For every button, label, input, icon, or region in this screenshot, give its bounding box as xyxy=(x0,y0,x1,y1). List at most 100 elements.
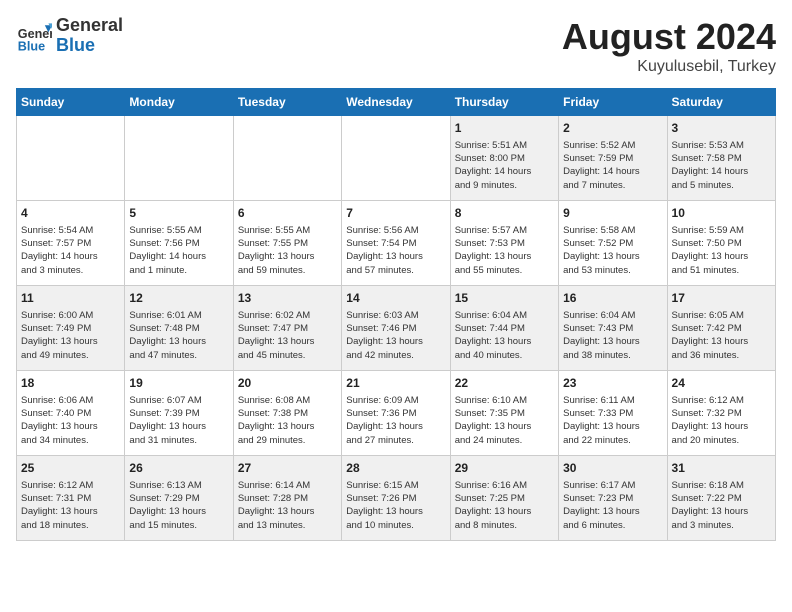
col-sunday: Sunday xyxy=(17,89,125,116)
calendar-header: Sunday Monday Tuesday Wednesday Thursday… xyxy=(17,89,776,116)
day-info: Sunrise: 6:14 AM Sunset: 7:28 PM Dayligh… xyxy=(238,479,337,532)
calendar-cell-3-6: 16Sunrise: 6:04 AM Sunset: 7:43 PM Dayli… xyxy=(559,286,667,371)
logo-blue: Blue xyxy=(56,36,123,56)
day-number: 1 xyxy=(455,120,554,137)
calendar-cell-4-1: 18 Sunrise: 6:06 AM Sunset: 7:40 PM Dayli… xyxy=(17,371,125,456)
calendar-cell-2-7: 10Sunrise: 5:59 AM Sunset: 7:50 PM Dayli… xyxy=(667,201,775,286)
day-number: 15 xyxy=(455,290,554,307)
day-number: 27 xyxy=(238,460,337,477)
day-number: 28 xyxy=(346,460,445,477)
calendar-cell-4-4: 21 Sunrise: 6:09 AM Sunset: 7:36 PM Dayli… xyxy=(342,371,450,456)
calendar-cell-2-2: 5 Sunrise: 5:55 AM Sunset: 7:56 PM Daylig… xyxy=(125,201,233,286)
svg-text:Blue: Blue xyxy=(18,39,45,53)
calendar-row-1: 1 Sunrise: 5:51 AM Sunset: 8:00 PM Daylig… xyxy=(17,116,776,201)
calendar-cell-4-7: 24 Sunrise: 6:12 AM Sunset: 7:32 PM Dayli… xyxy=(667,371,775,456)
day-info: Sunrise: 6:07 AM Sunset: 7:39 PM Dayligh… xyxy=(129,394,228,447)
calendar-cell-5-2: 26 Sunrise: 6:13 AM Sunset: 7:29 PM Dayli… xyxy=(125,456,233,541)
calendar-cell-3-1: 11 Sunrise: 6:00 AM Sunset: 7:49 PM Dayli… xyxy=(17,286,125,371)
day-number: 19 xyxy=(129,375,228,392)
day-number: 7 xyxy=(346,205,445,222)
day-number: 2 xyxy=(563,120,662,137)
day-info: Sunrise: 6:01 AM Sunset: 7:48 PM Dayligh… xyxy=(129,309,228,362)
calendar-cell-2-3: 6 Sunrise: 5:55 AM Sunset: 7:55 PM Daylig… xyxy=(233,201,341,286)
day-info: Sunrise: 6:08 AM Sunset: 7:38 PM Dayligh… xyxy=(238,394,337,447)
day-number: 21 xyxy=(346,375,445,392)
day-info: Sunrise: 6:06 AM Sunset: 7:40 PM Dayligh… xyxy=(21,394,120,447)
day-number: 3 xyxy=(672,120,771,137)
calendar-table: Sunday Monday Tuesday Wednesday Thursday… xyxy=(16,88,776,541)
logo-general: General xyxy=(56,16,123,36)
calendar-cell-1-1 xyxy=(17,116,125,201)
calendar-cell-3-4: 14Sunrise: 6:03 AM Sunset: 7:46 PM Dayli… xyxy=(342,286,450,371)
day-info: Sunrise: 6:13 AM Sunset: 7:29 PM Dayligh… xyxy=(129,479,228,532)
calendar-cell-5-4: 28Sunrise: 6:15 AM Sunset: 7:26 PM Dayli… xyxy=(342,456,450,541)
day-info: Sunrise: 6:00 AM Sunset: 7:49 PM Dayligh… xyxy=(21,309,120,362)
day-info: Sunrise: 6:10 AM Sunset: 7:35 PM Dayligh… xyxy=(455,394,554,447)
day-number: 24 xyxy=(672,375,771,392)
day-info: Sunrise: 5:52 AM Sunset: 7:59 PM Dayligh… xyxy=(563,139,662,192)
day-number: 11 xyxy=(21,290,120,307)
col-thursday: Thursday xyxy=(450,89,558,116)
day-info: Sunrise: 5:57 AM Sunset: 7:53 PM Dayligh… xyxy=(455,224,554,277)
calendar-cell-3-7: 17 Sunrise: 6:05 AM Sunset: 7:42 PM Dayli… xyxy=(667,286,775,371)
day-number: 6 xyxy=(238,205,337,222)
calendar-cell-5-1: 25 Sunrise: 6:12 AM Sunset: 7:31 PM Dayli… xyxy=(17,456,125,541)
calendar-cell-3-2: 12 Sunrise: 6:01 AM Sunset: 7:48 PM Dayli… xyxy=(125,286,233,371)
day-number: 14 xyxy=(346,290,445,307)
day-info: Sunrise: 5:54 AM Sunset: 7:57 PM Dayligh… xyxy=(21,224,120,277)
col-friday: Friday xyxy=(559,89,667,116)
col-tuesday: Tuesday xyxy=(233,89,341,116)
day-info: Sunrise: 6:09 AM Sunset: 7:36 PM Dayligh… xyxy=(346,394,445,447)
calendar-cell-5-7: 31 Sunrise: 6:18 AM Sunset: 7:22 PM Dayli… xyxy=(667,456,775,541)
day-info: Sunrise: 6:16 AM Sunset: 7:25 PM Dayligh… xyxy=(455,479,554,532)
day-info: Sunrise: 6:12 AM Sunset: 7:31 PM Dayligh… xyxy=(21,479,120,532)
col-monday: Monday xyxy=(125,89,233,116)
calendar-cell-2-4: 7Sunrise: 5:56 AM Sunset: 7:54 PM Daylig… xyxy=(342,201,450,286)
day-info: Sunrise: 6:18 AM Sunset: 7:22 PM Dayligh… xyxy=(672,479,771,532)
day-number: 16 xyxy=(563,290,662,307)
calendar-cell-1-3 xyxy=(233,116,341,201)
day-info: Sunrise: 6:02 AM Sunset: 7:47 PM Dayligh… xyxy=(238,309,337,362)
day-number: 22 xyxy=(455,375,554,392)
calendar-cell-1-2 xyxy=(125,116,233,201)
day-number: 20 xyxy=(238,375,337,392)
day-info: Sunrise: 6:05 AM Sunset: 7:42 PM Dayligh… xyxy=(672,309,771,362)
day-info: Sunrise: 6:17 AM Sunset: 7:23 PM Dayligh… xyxy=(563,479,662,532)
day-number: 12 xyxy=(129,290,228,307)
location: Kuyulusebil, Turkey xyxy=(562,58,776,76)
calendar-cell-4-2: 19 Sunrise: 6:07 AM Sunset: 7:39 PM Dayli… xyxy=(125,371,233,456)
day-info: Sunrise: 5:51 AM Sunset: 8:00 PM Dayligh… xyxy=(455,139,554,192)
day-info: Sunrise: 6:12 AM Sunset: 7:32 PM Dayligh… xyxy=(672,394,771,447)
calendar-cell-3-3: 13 Sunrise: 6:02 AM Sunset: 7:47 PM Dayli… xyxy=(233,286,341,371)
page-header: General Blue General Blue August 2024 Ku… xyxy=(16,16,776,76)
calendar-cell-1-7: 3Sunrise: 5:53 AM Sunset: 7:58 PM Daylig… xyxy=(667,116,775,201)
calendar-cell-5-3: 27 Sunrise: 6:14 AM Sunset: 7:28 PM Dayli… xyxy=(233,456,341,541)
day-number: 30 xyxy=(563,460,662,477)
day-info: Sunrise: 6:04 AM Sunset: 7:44 PM Dayligh… xyxy=(455,309,554,362)
day-number: 10 xyxy=(672,205,771,222)
calendar-cell-5-6: 30 Sunrise: 6:17 AM Sunset: 7:23 PM Dayli… xyxy=(559,456,667,541)
day-number: 25 xyxy=(21,460,120,477)
calendar-cell-1-5: 1 Sunrise: 5:51 AM Sunset: 8:00 PM Daylig… xyxy=(450,116,558,201)
day-number: 26 xyxy=(129,460,228,477)
col-wednesday: Wednesday xyxy=(342,89,450,116)
calendar-cell-2-5: 8Sunrise: 5:57 AM Sunset: 7:53 PM Daylig… xyxy=(450,201,558,286)
day-number: 18 xyxy=(21,375,120,392)
day-number: 5 xyxy=(129,205,228,222)
day-number: 31 xyxy=(672,460,771,477)
day-info: Sunrise: 5:55 AM Sunset: 7:56 PM Dayligh… xyxy=(129,224,228,277)
calendar-row-5: 25 Sunrise: 6:12 AM Sunset: 7:31 PM Dayli… xyxy=(17,456,776,541)
calendar-row-3: 11 Sunrise: 6:00 AM Sunset: 7:49 PM Dayli… xyxy=(17,286,776,371)
month-year: August 2024 xyxy=(562,16,776,58)
day-info: Sunrise: 5:55 AM Sunset: 7:55 PM Dayligh… xyxy=(238,224,337,277)
day-number: 17 xyxy=(672,290,771,307)
calendar-cell-1-6: 2 Sunrise: 5:52 AM Sunset: 7:59 PM Daylig… xyxy=(559,116,667,201)
calendar-body: 1 Sunrise: 5:51 AM Sunset: 8:00 PM Daylig… xyxy=(17,116,776,541)
calendar-cell-3-5: 15 Sunrise: 6:04 AM Sunset: 7:44 PM Dayli… xyxy=(450,286,558,371)
header-row: Sunday Monday Tuesday Wednesday Thursday… xyxy=(17,89,776,116)
day-number: 13 xyxy=(238,290,337,307)
calendar-cell-4-5: 22 Sunrise: 6:10 AM Sunset: 7:35 PM Dayli… xyxy=(450,371,558,456)
calendar-cell-4-6: 23Sunrise: 6:11 AM Sunset: 7:33 PM Dayli… xyxy=(559,371,667,456)
calendar-cell-5-5: 29Sunrise: 6:16 AM Sunset: 7:25 PM Dayli… xyxy=(450,456,558,541)
col-saturday: Saturday xyxy=(667,89,775,116)
